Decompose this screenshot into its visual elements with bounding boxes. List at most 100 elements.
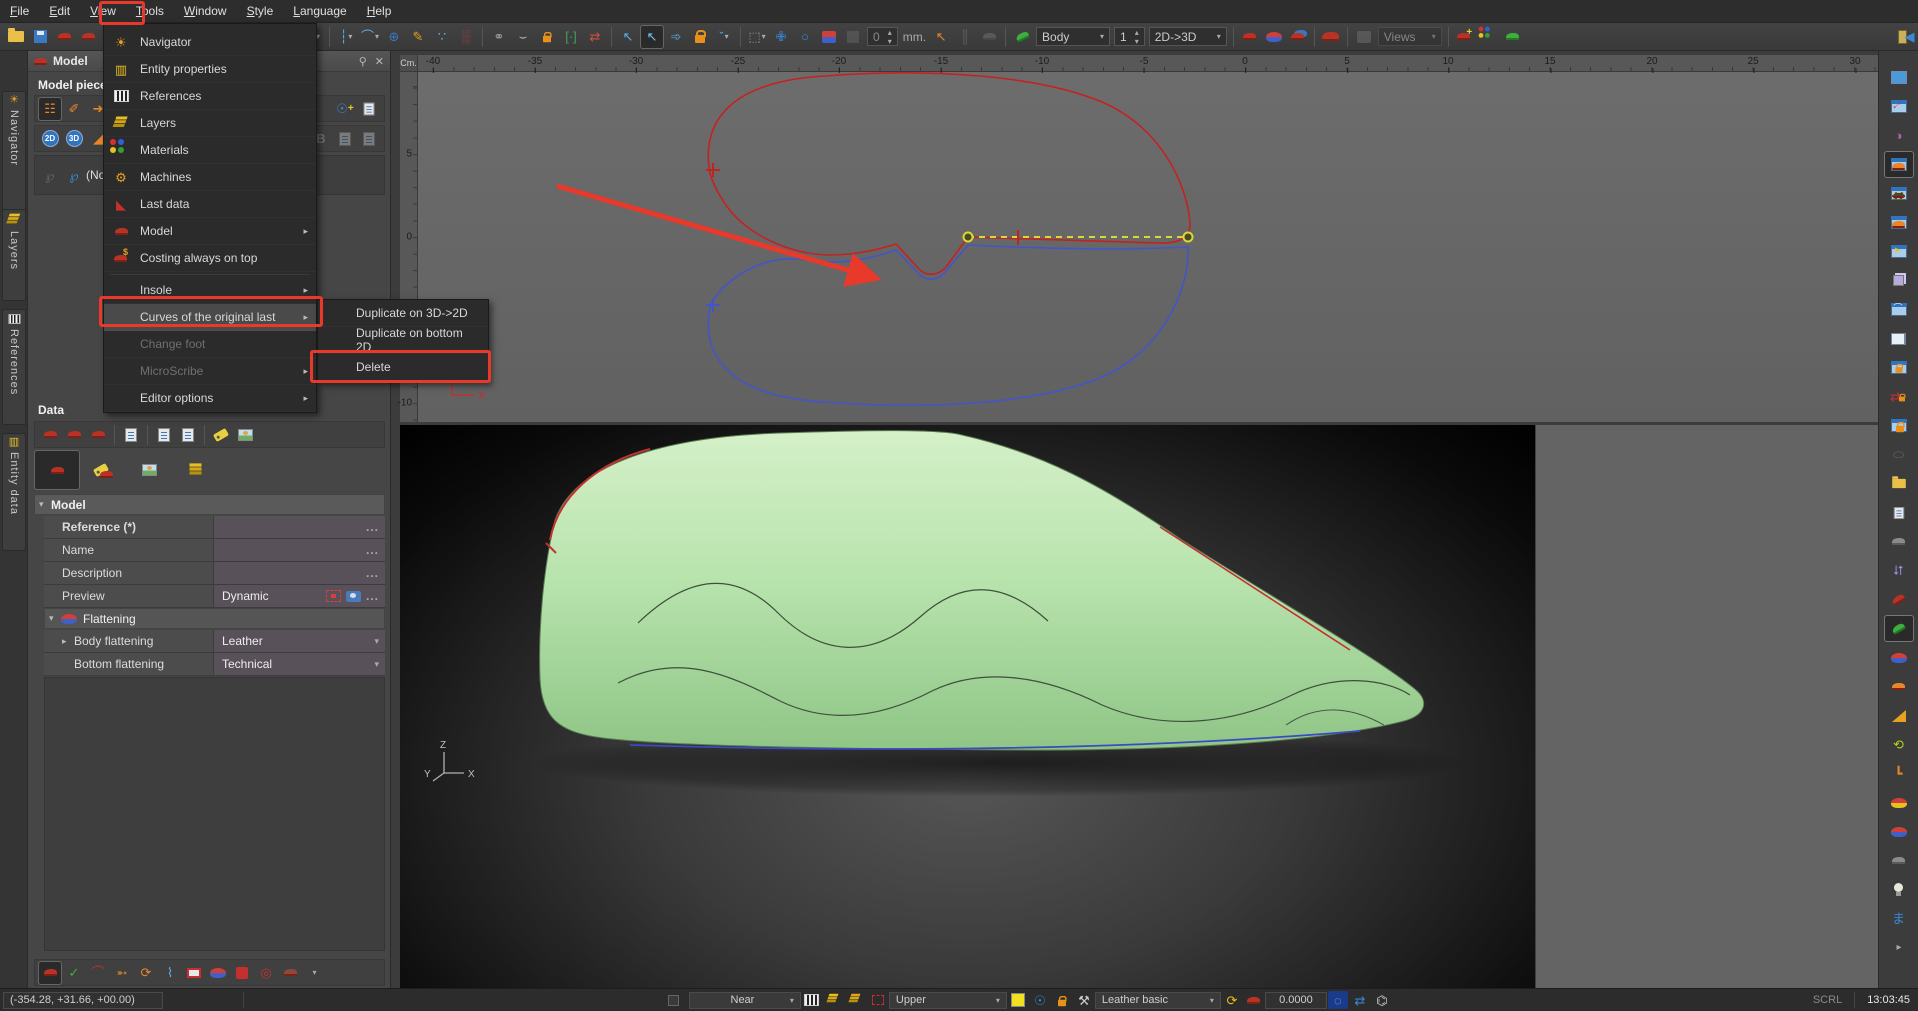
last-side-view-icon[interactable] bbox=[1885, 210, 1913, 235]
preview-value[interactable]: Dynamic ... bbox=[214, 585, 385, 607]
description-ellipsis[interactable]: ... bbox=[366, 566, 379, 580]
menu-language[interactable]: Language bbox=[283, 1, 356, 21]
cursor-x-icon[interactable]: ↖ bbox=[617, 26, 639, 48]
menuitem-editor-options[interactable]: Editor options▸ bbox=[104, 385, 316, 412]
barcode-status-icon[interactable] bbox=[802, 991, 822, 1009]
menu-window[interactable]: Window bbox=[174, 1, 237, 21]
spiral-icon[interactable]: ⟳ bbox=[135, 962, 157, 984]
badge-2d-icon[interactable]: 2D bbox=[39, 128, 61, 150]
shoe-sync-icon[interactable] bbox=[1502, 26, 1524, 48]
swap-squares-icon[interactable]: ⮃ bbox=[1885, 558, 1913, 583]
tag-icon[interactable] bbox=[210, 424, 232, 446]
orange-curve-icon[interactable]: ➵ bbox=[111, 962, 133, 984]
lock-window-icon[interactable] bbox=[1885, 355, 1913, 380]
submenuitem-duplicate-bottom-2d[interactable]: Duplicate on bottom 2D bbox=[318, 327, 488, 354]
offset-spinner[interactable]: 0▴▾ bbox=[867, 27, 898, 46]
group-model[interactable]: ▾Model bbox=[34, 494, 385, 515]
rotate-view-icon[interactable]: ◑ bbox=[1885, 123, 1913, 148]
body-flattening-caret[interactable]: ▾ bbox=[374, 636, 379, 647]
lamp-icon[interactable]: ⌬ bbox=[1372, 991, 1392, 1009]
name-ellipsis[interactable]: ... bbox=[366, 543, 379, 557]
flip-updown-icon[interactable] bbox=[1885, 790, 1913, 815]
menuitem-change-foot[interactable]: Change foot bbox=[104, 331, 316, 358]
pin-icon[interactable]: ⚲ bbox=[359, 55, 367, 68]
pieces-mesh-icon[interactable]: ☷ bbox=[39, 98, 61, 120]
menuitem-microscribe[interactable]: MicroScribe▸ bbox=[104, 358, 316, 385]
red-curve-icon[interactable]: ⌒ bbox=[87, 962, 109, 984]
submenuitem-delete[interactable]: Delete bbox=[318, 354, 488, 381]
sphere-icon[interactable]: ⊕ bbox=[383, 26, 405, 48]
shoe-eye-icon[interactable] bbox=[1885, 529, 1913, 554]
circle-arrow-icon[interactable]: ⟲ bbox=[1885, 732, 1913, 757]
pieces-grid-icon[interactable] bbox=[39, 962, 61, 984]
last-view-active-icon[interactable] bbox=[1885, 152, 1913, 177]
window-view-icon[interactable] bbox=[1885, 65, 1913, 90]
description-value[interactable]: ... bbox=[214, 562, 385, 584]
menu-file[interactable]: File bbox=[0, 1, 39, 21]
exit-door-icon[interactable]: ◀ bbox=[1895, 26, 1917, 48]
tab-list-data[interactable] bbox=[173, 451, 217, 489]
red-shoe-icon[interactable] bbox=[1320, 26, 1342, 48]
flip-redblue-icon[interactable] bbox=[1885, 819, 1913, 844]
sidetab-references[interactable]: References bbox=[2, 309, 26, 425]
material-select[interactable]: Leather basic▾ bbox=[1095, 992, 1221, 1009]
marquee-icon[interactable]: ⬚▾ bbox=[746, 26, 768, 48]
link-icon[interactable]: ⚭ bbox=[488, 26, 510, 48]
flattening-curves-canvas[interactable]: Y X bbox=[400, 55, 1878, 422]
machine-icon[interactable] bbox=[1353, 26, 1375, 48]
menuitem-layers[interactable]: Layers bbox=[104, 110, 316, 137]
tab-tag-data[interactable] bbox=[81, 451, 125, 489]
data-import-icon[interactable] bbox=[39, 424, 61, 446]
lock-icon[interactable] bbox=[689, 26, 711, 48]
layer-paste-icon[interactable] bbox=[846, 991, 866, 1009]
slide-shoes-icon[interactable] bbox=[1287, 26, 1309, 48]
flip-icon[interactable] bbox=[818, 26, 840, 48]
camera-icon[interactable] bbox=[346, 591, 361, 602]
menuitem-navigator[interactable]: ☀Navigator bbox=[104, 29, 316, 56]
sidetab-layers[interactable]: Layers bbox=[2, 209, 26, 301]
bottom-flattening-select[interactable]: Technical▾ bbox=[214, 653, 385, 675]
more-tools-caret[interactable]: ▾ bbox=[303, 962, 325, 984]
menuitem-references[interactable]: References bbox=[104, 83, 316, 110]
export-xml-icon[interactable] bbox=[358, 98, 380, 120]
hook-icon[interactable]: ➾ bbox=[665, 26, 687, 48]
move-icon[interactable]: ✙ bbox=[770, 26, 792, 48]
envelope-icon[interactable] bbox=[183, 962, 205, 984]
curve-arrows-icon[interactable]: ⇄ bbox=[584, 26, 606, 48]
split-view-icon[interactable] bbox=[1885, 326, 1913, 351]
open-folder-icon[interactable] bbox=[5, 26, 27, 48]
copy-piece-icon[interactable] bbox=[334, 128, 356, 150]
near-select[interactable]: Near▾ bbox=[689, 992, 801, 1009]
near-checkbox[interactable] bbox=[668, 995, 679, 1006]
submenuitem-duplicate-3d-2d[interactable]: Duplicate on 3D->2D bbox=[318, 300, 488, 327]
menuitem-materials[interactable]: Materials bbox=[104, 137, 316, 164]
menuitem-model[interactable]: Model▸ bbox=[104, 218, 316, 245]
name-value[interactable]: ... bbox=[214, 539, 385, 561]
menuitem-entity-properties[interactable]: ▥Entity properties bbox=[104, 56, 316, 83]
curve-add-icon[interactable]: ℘ bbox=[39, 164, 61, 186]
rotate-icon[interactable]: ○ bbox=[794, 26, 816, 48]
mode-select[interactable]: 2D->3D▾ bbox=[1149, 27, 1227, 46]
save-icon[interactable] bbox=[29, 26, 51, 48]
photo-icon[interactable] bbox=[234, 424, 256, 446]
menu-view[interactable]: View bbox=[80, 1, 126, 21]
shoe-tool-icon[interactable] bbox=[978, 26, 1000, 48]
doc-cloud-up-icon[interactable] bbox=[153, 424, 175, 446]
red-last-icon[interactable] bbox=[1885, 587, 1913, 612]
preview-ellipsis[interactable]: ... bbox=[366, 589, 379, 603]
expand-sidebar-icon[interactable]: ▸ bbox=[1885, 935, 1913, 960]
data-new-doc-icon[interactable] bbox=[120, 424, 142, 446]
curve-k-icon[interactable]: ˇ▾ bbox=[713, 26, 735, 48]
arc-icon[interactable]: ⌒▾ bbox=[359, 26, 381, 48]
layer-lock-icon[interactable] bbox=[1052, 991, 1072, 1009]
select-cursor-icon[interactable]: ↖ bbox=[641, 26, 663, 48]
pieces-pair-icon[interactable] bbox=[207, 962, 229, 984]
heel-icon[interactable]: ┗ bbox=[1885, 761, 1913, 786]
export-model-icon[interactable] bbox=[77, 26, 99, 48]
sidetab-navigator[interactable]: ☀ Navigator bbox=[2, 91, 26, 221]
menuitem-last-data[interactable]: ◣Last data bbox=[104, 191, 316, 218]
viewport-3d[interactable]: Z X Y bbox=[400, 425, 1535, 990]
add-shoe-icon[interactable]: + bbox=[1454, 26, 1476, 48]
costing-shoe-icon[interactable] bbox=[1244, 991, 1264, 1009]
camera-folder-icon[interactable] bbox=[1885, 471, 1913, 496]
